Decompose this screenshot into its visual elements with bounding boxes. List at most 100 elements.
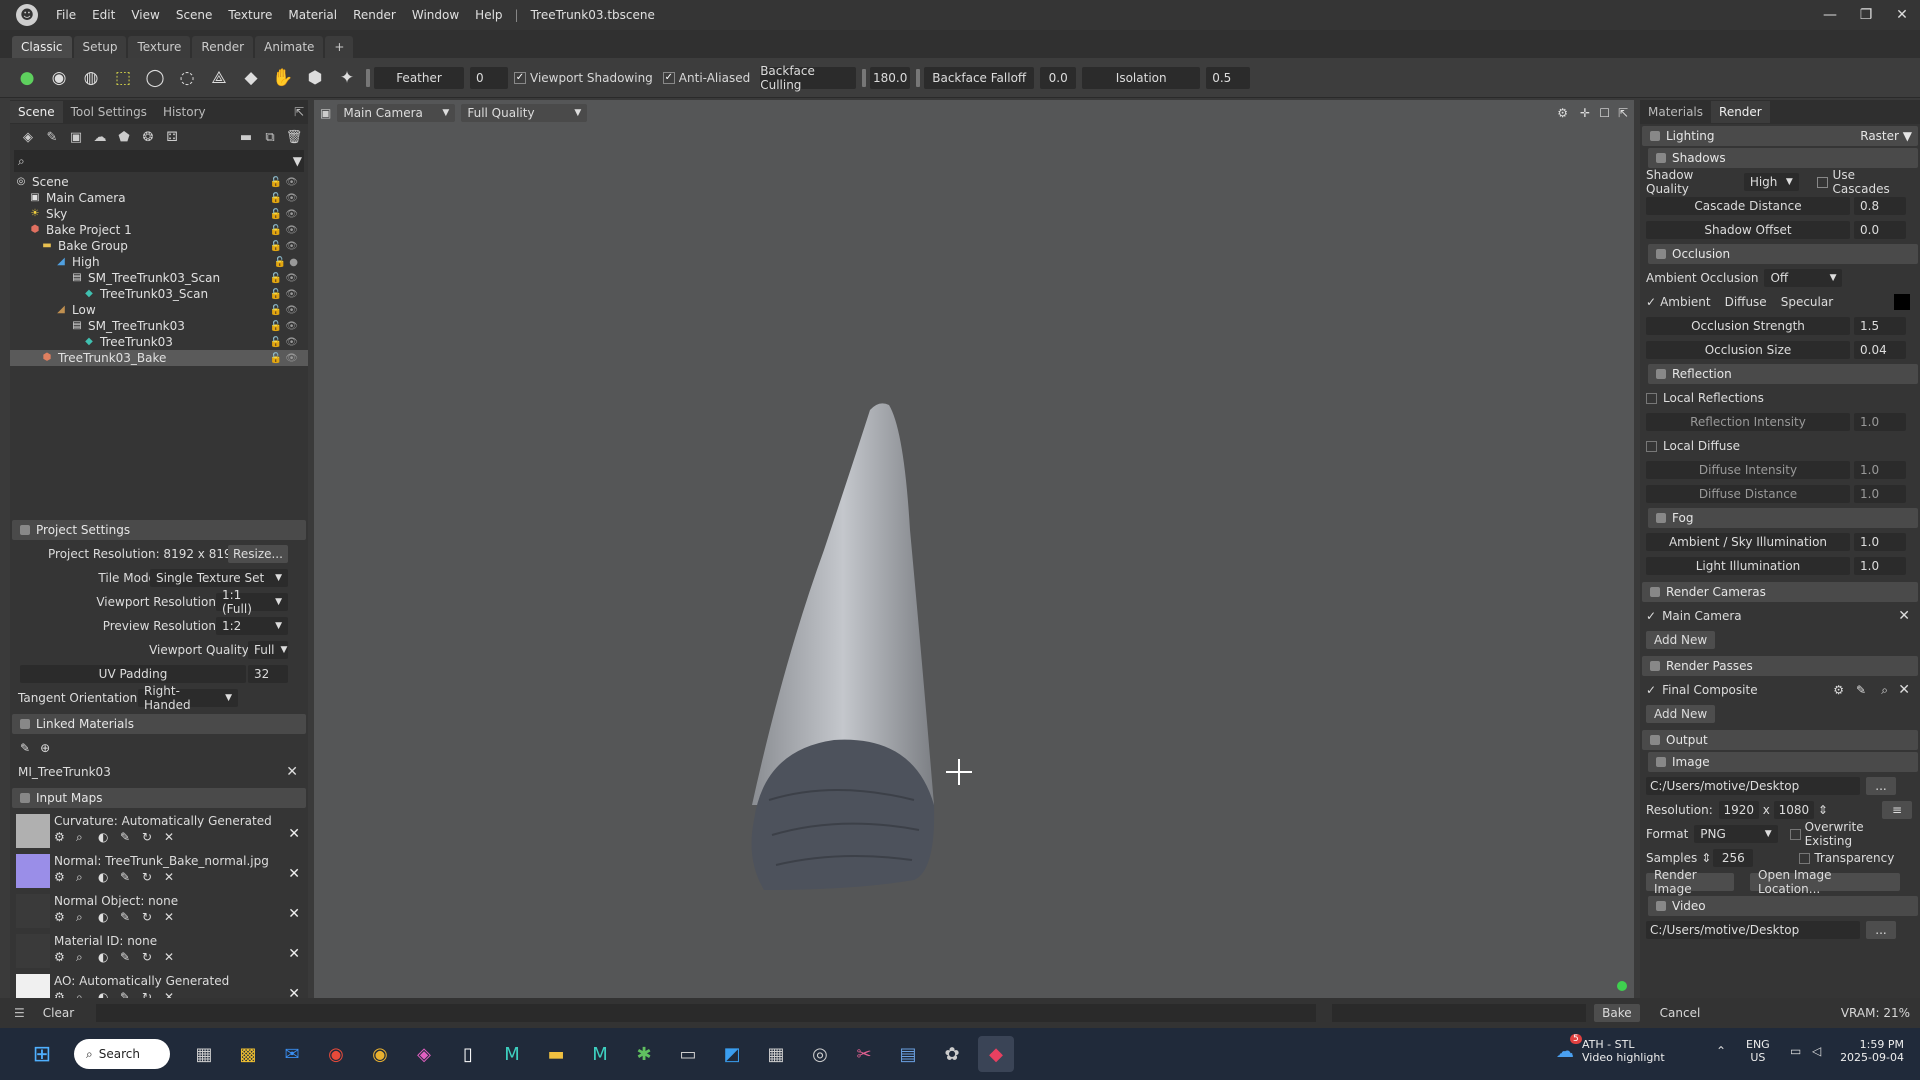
image-header[interactable]: Image xyxy=(1648,752,1918,772)
map-bake-icon[interactable]: ◐ xyxy=(98,830,120,845)
output-samples-input[interactable]: 256 xyxy=(1713,849,1754,867)
map-thumbnail[interactable] xyxy=(16,854,50,888)
tab-add[interactable]: + xyxy=(325,36,354,58)
maya-alt-icon[interactable]: M xyxy=(582,1036,618,1072)
chrome-profile-icon[interactable]: ◉ xyxy=(362,1036,398,1072)
ambient-occlusion-dropdown[interactable]: Off ▼ xyxy=(1764,269,1843,287)
menu-edit[interactable]: Edit xyxy=(84,8,123,22)
viewport-shadowing-toggle[interactable]: ✓ Viewport Shadowing xyxy=(514,71,653,85)
remove-camera-icon[interactable]: ✕ xyxy=(1898,608,1910,624)
render-pass-item[interactable]: ✓ Final Composite ⚙ ✎ ⌕ ✕ xyxy=(1640,678,1920,702)
add-object-icon[interactable]: ◈ xyxy=(16,130,40,145)
map-edit-icon[interactable]: ✎ xyxy=(120,830,142,845)
github-icon[interactable]: ◎ xyxy=(802,1036,838,1072)
map-edit-icon[interactable]: ✎ xyxy=(120,870,142,885)
tree-item-high[interactable]: ◢ High 🔓 ● xyxy=(10,254,308,270)
add-camera-button[interactable]: Add New xyxy=(1646,631,1716,649)
output-format-dropdown[interactable]: PNG ▼ xyxy=(1694,825,1778,843)
tree-item-sky[interactable]: ☀ Sky 🔓 👁 xyxy=(10,206,308,222)
maximize-icon[interactable]: ❐ xyxy=(1848,0,1884,30)
sky-illumination-slider[interactable]: Ambient / Sky Illumination xyxy=(1646,533,1850,551)
volume-icon[interactable]: ◁ xyxy=(1812,1044,1821,1058)
minimize-icon[interactable]: — xyxy=(1812,0,1848,30)
stepper-icon[interactable]: ⇕ xyxy=(1701,851,1711,865)
cascade-distance-slider[interactable]: Cascade Distance xyxy=(1646,197,1850,215)
tab-render-settings[interactable]: Render xyxy=(1711,101,1770,123)
feather-slider[interactable] xyxy=(366,68,370,87)
tray-chevron-up-icon[interactable]: ⌃ xyxy=(1716,1044,1726,1058)
add-light-icon[interactable]: ✎ xyxy=(40,130,64,145)
lock-eye-icon[interactable]: 🔓 👁 xyxy=(270,321,298,332)
map-thumbnail[interactable] xyxy=(16,934,50,968)
tab-animate[interactable]: Animate xyxy=(255,36,324,58)
input-map-item[interactable]: Material ID: none ⚙ ⌕ ◐ ✎ ↻ ✕ ✕ xyxy=(10,930,308,970)
map-clear-icon[interactable]: ✕ xyxy=(164,910,186,925)
map-search-icon[interactable]: ⌕ xyxy=(76,910,98,925)
toolbag-taskbar-icon[interactable]: ◆ xyxy=(978,1036,1014,1072)
widgets-icon[interactable]: ▩ xyxy=(230,1036,266,1072)
add-anim-icon[interactable]: ⚃ xyxy=(160,130,184,145)
pass-edit-icon[interactable]: ✎ xyxy=(1856,683,1866,697)
add-sky-icon[interactable]: ☁ xyxy=(88,130,112,145)
tree-item-low[interactable]: ◢ Low 🔓 👁 xyxy=(10,302,308,318)
sphere-material-icon[interactable]: ◍ xyxy=(78,65,104,91)
menu-view[interactable]: View xyxy=(123,8,167,22)
pan-hand-icon[interactable]: ✋ xyxy=(270,65,296,91)
lock-eye-icon[interactable]: 🔓 👁 xyxy=(270,273,298,284)
render-camera-item[interactable]: ✓ Main Camera ✕ xyxy=(1640,604,1920,628)
undock-icon[interactable]: ⇱ xyxy=(294,105,304,119)
reflection-intensity-slider[interactable]: Reflection Intensity xyxy=(1646,413,1850,431)
lock-eye-icon[interactable]: 🔓 👁 xyxy=(270,337,298,348)
viewport-quality-dropdown[interactable]: Full ▼ xyxy=(248,641,288,659)
lock-eye-icon[interactable]: 🔓 👁 xyxy=(270,177,298,188)
snipping-icon[interactable]: ✂ xyxy=(846,1036,882,1072)
duplicate-icon[interactable]: ⧉ xyxy=(258,130,282,145)
cancel-button[interactable]: Cancel xyxy=(1660,1006,1701,1020)
openai-icon[interactable]: ✿ xyxy=(934,1036,970,1072)
add-bake-icon[interactable]: ❂ xyxy=(136,130,160,145)
remove-pass-icon[interactable]: ✕ xyxy=(1898,682,1910,698)
map-clear-icon[interactable]: ✕ xyxy=(164,830,186,845)
diffuse-intensity-value[interactable]: 1.0 xyxy=(1854,461,1906,479)
photos-icon[interactable]: ◩ xyxy=(714,1036,750,1072)
map-search-icon[interactable]: ⌕ xyxy=(76,830,98,845)
color-picker-icon[interactable]: ◈ xyxy=(406,1036,442,1072)
map-thumbnail[interactable] xyxy=(16,814,50,848)
map-search-icon[interactable]: ⌕ xyxy=(76,950,98,965)
slack-icon[interactable]: ✱ xyxy=(626,1036,662,1072)
chrome-icon[interactable]: ◉ xyxy=(318,1036,354,1072)
close-icon[interactable]: ✕ xyxy=(1884,0,1920,30)
pass-settings-icon[interactable]: ⚙ xyxy=(1833,683,1844,697)
occlusion-color-swatch[interactable] xyxy=(1894,294,1910,310)
tangent-orientation-dropdown[interactable]: Right-Handed ▼ xyxy=(138,684,238,712)
occlusion-size-slider[interactable]: Occlusion Size xyxy=(1646,341,1850,359)
shadow-quality-dropdown[interactable]: High ▼ xyxy=(1743,173,1799,191)
filter-icon[interactable]: ▼ xyxy=(293,154,302,168)
transparency-checkbox[interactable] xyxy=(1799,852,1811,864)
tree-item-treetrunk03-bake[interactable]: ⬢ TreeTrunk03_Bake 🔓 👁 xyxy=(10,350,308,366)
render-passes-header[interactable]: Render Passes xyxy=(1642,656,1918,676)
lock-eye-icon[interactable]: 🔓 ● xyxy=(274,257,298,268)
add-camera-icon[interactable]: ▣ xyxy=(64,130,88,145)
backface-falloff-slider[interactable] xyxy=(916,68,921,87)
lighting-header[interactable]: Lighting Raster ▼ xyxy=(1642,126,1918,146)
paint-mode-icon[interactable]: ● xyxy=(14,65,40,91)
diffuse-distance-value[interactable]: 1.0 xyxy=(1854,485,1906,503)
menu-help[interactable]: Help xyxy=(467,8,510,22)
input-map-item[interactable]: Normal: TreeTrunk_Bake_normal.jpg ⚙ ⌕ ◐ ✎ ↻ ✕ ✕ xyxy=(10,850,308,890)
menu-texture[interactable]: Texture xyxy=(220,8,280,22)
linked-materials-header[interactable]: Linked Materials xyxy=(12,714,306,734)
map-bake-icon[interactable]: ◐ xyxy=(98,910,120,925)
input-map-item[interactable]: Curvature: Automatically Generated ⚙ ⌕ ◐ ✎ ↻ ✕… xyxy=(10,810,308,850)
tree-item-scene[interactable]: ◎ Scene 🔓 👁 xyxy=(10,174,308,190)
file-explorer-icon[interactable]: ▬ xyxy=(538,1036,574,1072)
feather-value[interactable]: 0 xyxy=(470,66,508,89)
menu-scene[interactable]: Scene xyxy=(168,8,221,22)
remove-map-icon[interactable]: ✕ xyxy=(288,906,300,922)
tab-tool-settings[interactable]: Tool Settings xyxy=(63,101,155,123)
viewport[interactable]: ▣ Main Camera ▼ Full Quality ▼ ⚙ ✛ ☐ ⇱ xyxy=(314,100,1634,998)
map-bake-icon[interactable]: ◐ xyxy=(98,870,120,885)
local-diffuse-checkbox[interactable] xyxy=(1646,440,1657,452)
tree-item-sm-treetrunk03[interactable]: ▤ SM_TreeTrunk03 🔓 👁 xyxy=(10,318,308,334)
polygon-lasso-icon[interactable]: ⟁ xyxy=(206,65,232,91)
